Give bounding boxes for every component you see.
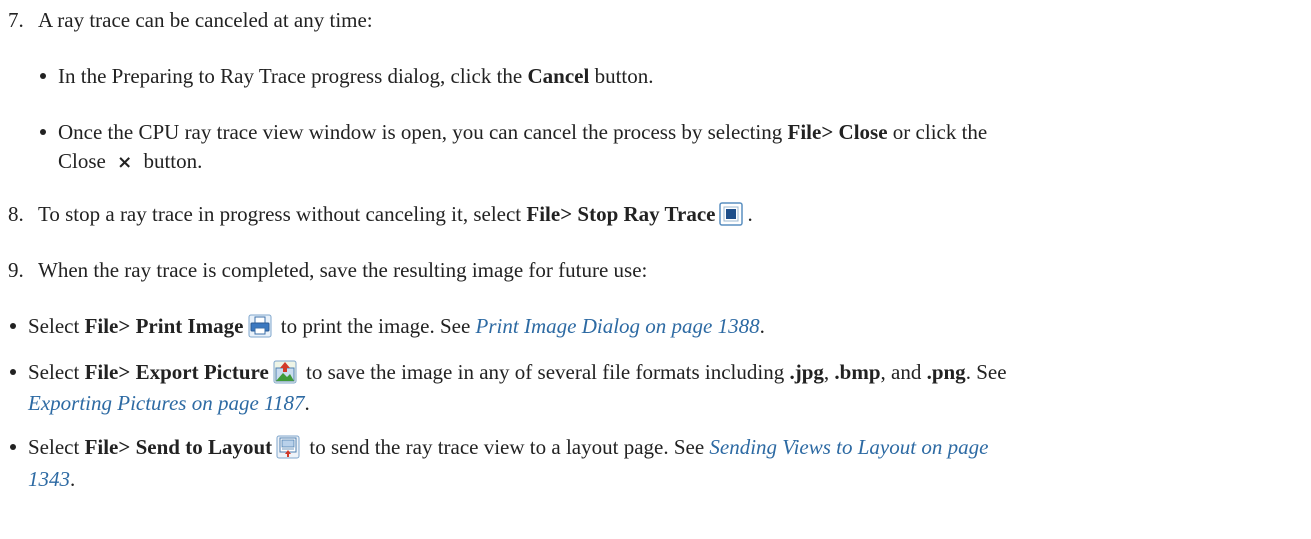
export-picture-ref: File> Export Picture <box>84 360 269 384</box>
bullet-marker <box>10 323 16 329</box>
step-8: 8. To stop a ray trace in progress withou… <box>8 202 753 226</box>
bullet-marker <box>40 73 46 79</box>
print-image-ref: File> Print Image <box>84 314 244 338</box>
step-7: 7. A ray trace can be canceled at any tim… <box>8 8 373 32</box>
bullet-marker <box>10 444 16 450</box>
step-7-bullet-cancel: In the Preparing to Ray Trace progress d… <box>58 64 654 88</box>
stop-ray-trace-ref: File> Stop Ray Trace <box>526 202 716 226</box>
printer-icon <box>248 314 272 338</box>
exporting-pictures-link[interactable]: Exporting Pictures on page 1187 <box>28 391 304 415</box>
stop-ray-trace-icon <box>719 202 744 226</box>
step-7-bullet-close: Once the CPU ray trace view window is op… <box>58 120 988 144</box>
cancel-button-ref: Cancel <box>527 64 590 88</box>
step-text: A ray trace can be canceled at any time: <box>38 8 373 32</box>
sending-views-to-layout-link-page[interactable]: 1343 <box>28 467 70 491</box>
bullet-marker <box>40 129 46 135</box>
bullet-marker <box>10 369 16 375</box>
export-picture-icon <box>273 360 297 384</box>
send-to-layout-ref: File> Send to Layout <box>84 435 273 459</box>
file-close-ref: File> Close <box>787 120 888 144</box>
step-7-bullet-close-cont: Close × button. <box>58 149 203 173</box>
step-text: When the ray trace is completed, save th… <box>38 258 648 282</box>
step-9-bullet-export-cont: Exporting Pictures on page 1187. <box>28 391 310 415</box>
step-number: 8. <box>8 202 24 226</box>
step-number: 9. <box>8 258 24 282</box>
send-to-layout-icon <box>276 435 300 459</box>
step-number: 7. <box>8 8 24 32</box>
sending-views-to-layout-link[interactable]: Sending Views to Layout on page <box>709 435 988 459</box>
close-icon: × <box>117 152 133 173</box>
step-9-bullet-layout-cont: 1343. <box>28 467 76 491</box>
step-9-bullet-layout: Select File> Send to Layout to send the … <box>28 435 989 459</box>
step-9: 9. When the ray trace is completed, save … <box>8 258 647 282</box>
print-image-dialog-link[interactable]: Print Image Dialog on page 1388 <box>476 314 760 338</box>
step-9-bullet-print: Select File> Print Image to print the im… <box>28 314 765 338</box>
step-9-bullet-export: Select File> Export Picture to save the … <box>28 360 1007 384</box>
